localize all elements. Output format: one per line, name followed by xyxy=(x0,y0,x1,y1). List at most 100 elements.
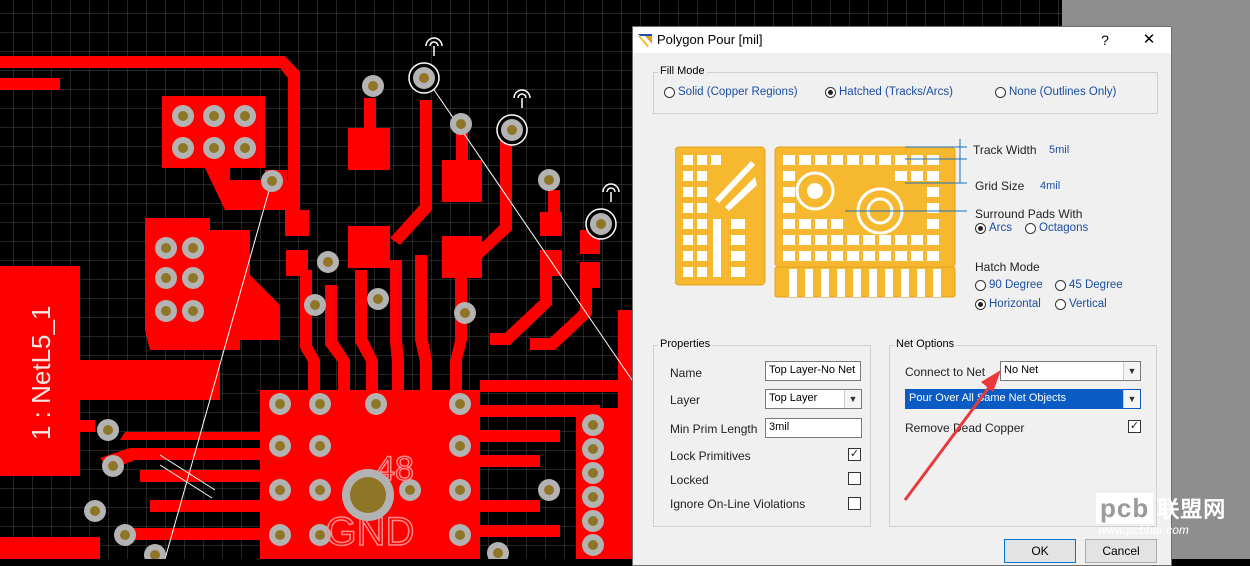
ignore-online-violations-checkbox[interactable] xyxy=(848,497,861,510)
via-hole xyxy=(456,119,466,129)
help-button[interactable]: ? xyxy=(1095,30,1115,50)
radio-indicator xyxy=(975,279,986,291)
fill-mode-hatched-label: Hatched (Tracks/Arcs) xyxy=(839,86,953,98)
layer-select[interactable]: Top Layer ▼ xyxy=(765,389,862,409)
close-button[interactable]: ✕ xyxy=(1138,30,1160,50)
via-hole xyxy=(188,243,198,253)
via-hole xyxy=(178,111,188,121)
net-options-legend: Net Options xyxy=(894,338,957,350)
fill-mode-solid-radio[interactable]: Solid (Copper Regions) xyxy=(664,86,798,98)
component-designator: 1 : NetL5_1 xyxy=(26,306,56,440)
track-width-label: Track Width xyxy=(973,143,1037,157)
via-hole xyxy=(240,111,250,121)
via-hole xyxy=(493,548,503,558)
properties-legend: Properties xyxy=(658,338,713,350)
via-hole xyxy=(161,243,171,253)
via-hole xyxy=(368,81,378,91)
via-hole xyxy=(460,308,470,318)
via-hole xyxy=(315,485,325,495)
hatch-45-radio[interactable]: 45 Degree xyxy=(1055,279,1123,291)
dialog-titlebar[interactable]: Polygon Pour [mil] ? ✕ xyxy=(633,27,1171,53)
watermark-logo-pcb: pcb xyxy=(1096,492,1154,524)
via-hole xyxy=(267,176,277,186)
radio-indicator xyxy=(825,86,836,98)
min-prim-length-label: Min Prim Length xyxy=(670,422,758,436)
via-hole xyxy=(275,441,285,451)
via-hole xyxy=(188,306,198,316)
surround-octagons-radio[interactable]: Octagons xyxy=(1025,222,1088,234)
via-hole xyxy=(275,485,285,495)
via-hole xyxy=(161,306,171,316)
via-hole xyxy=(315,399,325,409)
via-hole xyxy=(544,175,554,185)
radio-indicator xyxy=(1055,298,1066,310)
layer-select-value: Top Layer xyxy=(769,392,818,404)
name-label: Name xyxy=(670,366,703,380)
chevron-down-icon: ▼ xyxy=(844,390,861,408)
via-hole xyxy=(275,530,285,540)
ignore-online-violations-label: Ignore On-Line Violations xyxy=(670,497,806,511)
watermark-logo: pcb 联盟网 xyxy=(1096,492,1226,524)
fill-mode-none-radio[interactable]: None (Outlines Only) xyxy=(995,86,1116,98)
radio-indicator xyxy=(664,86,675,98)
selected-via-hole xyxy=(596,219,606,229)
lock-primitives-label: Lock Primitives xyxy=(670,449,751,463)
via-hole xyxy=(371,399,381,409)
annotation-arrow xyxy=(903,370,1001,501)
via-hole xyxy=(373,294,383,304)
min-prim-length-input[interactable]: 3mil xyxy=(765,418,862,438)
chevron-down-icon: ▼ xyxy=(1123,390,1140,408)
radio-indicator xyxy=(975,222,986,234)
hatch-horizontal-radio[interactable]: Horizontal xyxy=(975,298,1041,310)
via-hole xyxy=(209,111,219,121)
hatch-preview-image xyxy=(675,139,967,298)
cancel-button[interactable]: Cancel xyxy=(1085,539,1157,563)
grid-size-label: Grid Size xyxy=(975,179,1025,193)
via-hole xyxy=(103,425,113,435)
polygon-pour-dialog: Polygon Pour [mil] ? ✕ Fill Mode Solid (… xyxy=(632,26,1172,566)
hatch-45-label: 45 Degree xyxy=(1069,279,1123,291)
hatch-90-radio[interactable]: 90 Degree xyxy=(975,279,1043,291)
surround-arcs-radio[interactable]: Arcs xyxy=(975,222,1012,234)
via-hole xyxy=(588,516,598,526)
connect-to-net-select[interactable]: No Net ▼ xyxy=(1000,361,1141,381)
hatch-mode-label: Hatch Mode xyxy=(975,260,1040,274)
fill-mode-none-label: None (Outlines Only) xyxy=(1009,86,1117,98)
watermark: pcb 联盟网 www.pcbbar.com xyxy=(1096,492,1248,541)
watermark-url: www.pcbbar.com xyxy=(1098,523,1189,537)
via-hole xyxy=(315,530,325,540)
selected-via-hole xyxy=(507,125,517,135)
ok-button[interactable]: OK xyxy=(1004,539,1076,563)
via-hole xyxy=(588,444,598,454)
via-hole xyxy=(544,485,554,495)
via-hole xyxy=(178,143,188,153)
via-hole xyxy=(188,273,198,283)
via-hole xyxy=(120,530,130,540)
grid-size-value[interactable]: 4mil xyxy=(1040,180,1060,192)
track-width-value[interactable]: 5mil xyxy=(1049,144,1069,156)
surround-pads-label: Surround Pads With xyxy=(975,207,1083,221)
remove-dead-copper-checkbox[interactable]: ✓ xyxy=(1128,420,1141,433)
via-hole xyxy=(108,461,118,471)
fill-mode-legend: Fill Mode xyxy=(658,65,707,77)
polygon-pour-icon xyxy=(638,34,652,47)
via-hole xyxy=(275,399,285,409)
center-pad-hole xyxy=(350,477,386,513)
dialog-title: Polygon Pour [mil] xyxy=(657,32,763,47)
chevron-down-icon: ▼ xyxy=(1123,362,1140,380)
fill-mode-hatched-radio[interactable]: Hatched (Tracks/Arcs) xyxy=(825,86,953,98)
via-hole xyxy=(588,468,598,478)
hatch-vertical-radio[interactable]: Vertical xyxy=(1055,298,1107,310)
radio-indicator xyxy=(995,86,1006,98)
via-hole xyxy=(240,143,250,153)
hatch-90-label: 90 Degree xyxy=(989,279,1043,291)
radio-indicator xyxy=(1055,279,1066,291)
fill-mode-solid-label: Solid (Copper Regions) xyxy=(678,86,798,98)
via-hole xyxy=(455,530,465,540)
locked-label: Locked xyxy=(670,473,709,487)
name-input[interactable]: Top Layer-No Net xyxy=(765,361,861,381)
locked-checkbox[interactable] xyxy=(848,472,861,485)
via-hole xyxy=(455,485,465,495)
via-hole xyxy=(323,257,333,267)
lock-primitives-checkbox[interactable]: ✓ xyxy=(848,448,861,461)
